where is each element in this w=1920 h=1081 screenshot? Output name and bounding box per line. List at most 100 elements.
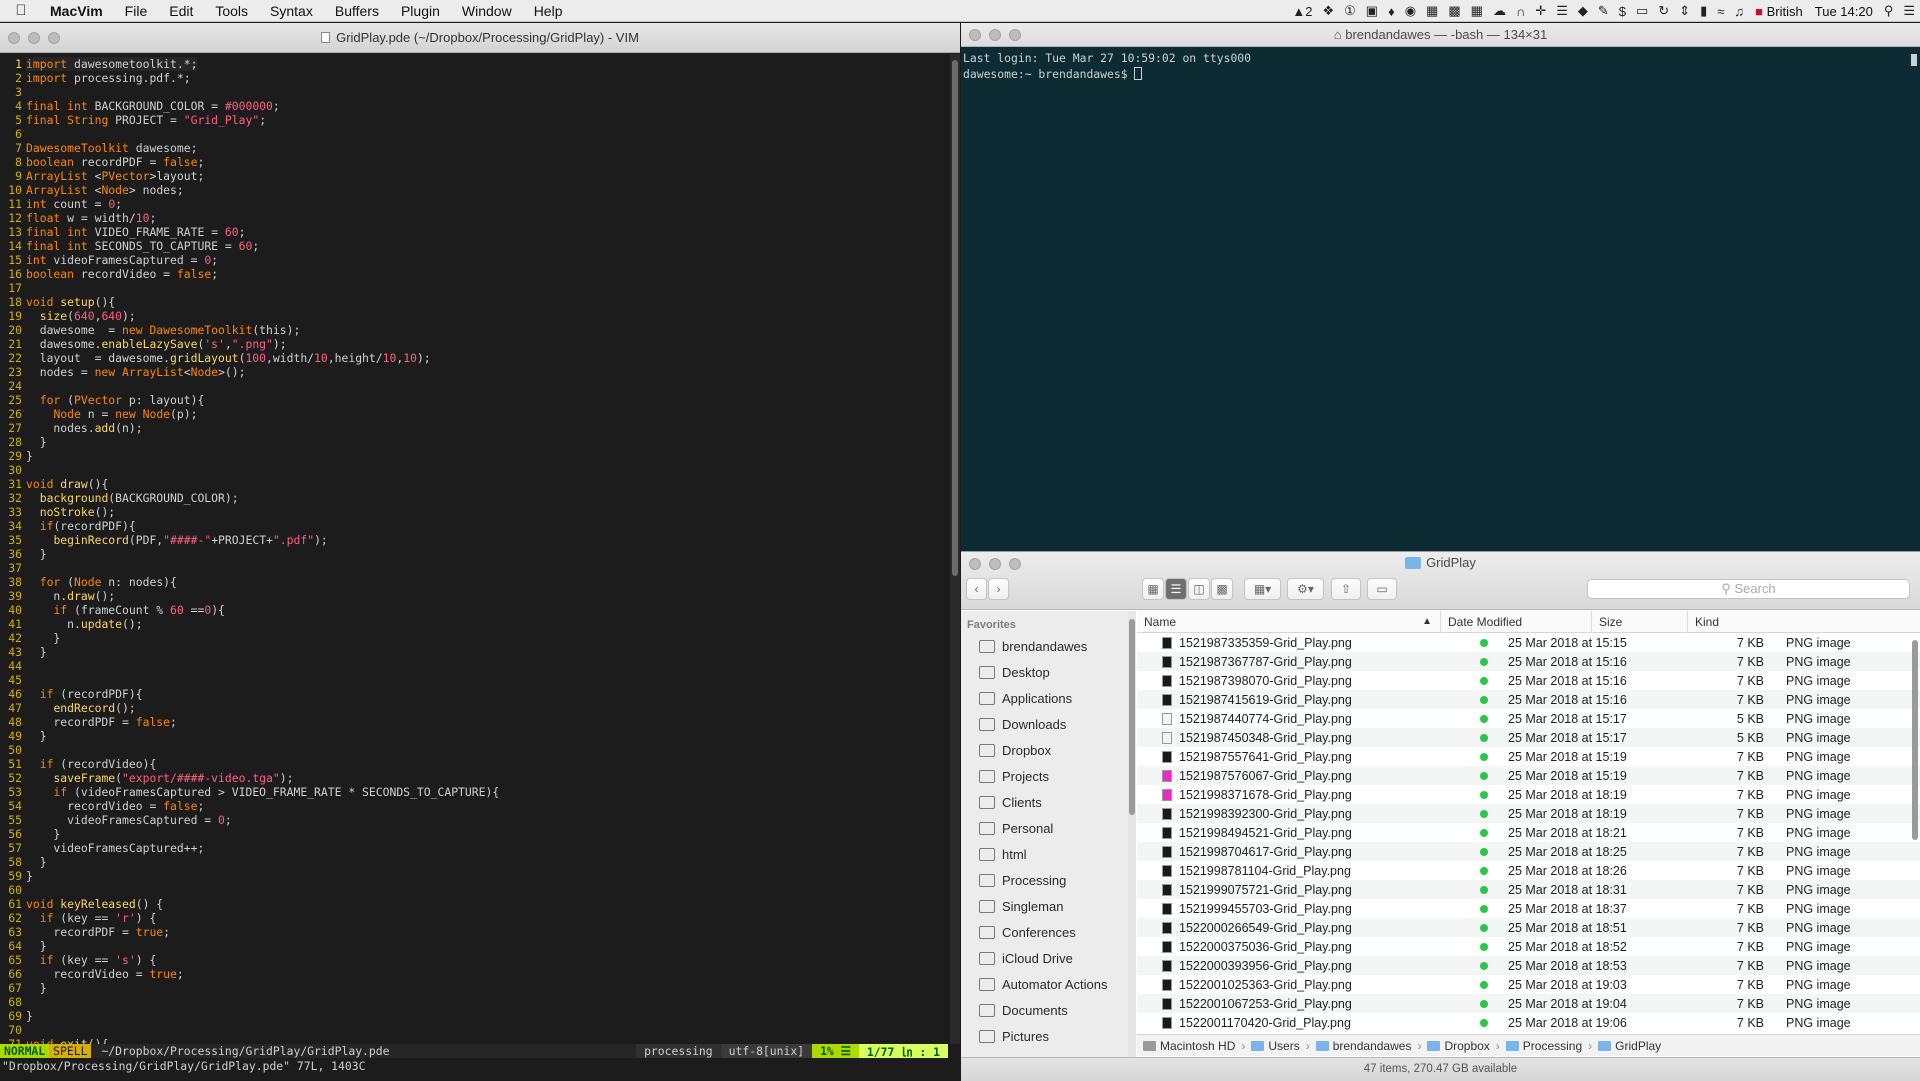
column-header-size[interactable]: Size [1591,611,1687,633]
arrange-button[interactable]: ▦▾ [1244,578,1281,600]
menu-help[interactable]: Help [523,3,574,19]
file-row[interactable]: 1521987367787-Grid_Play.png 25 Mar 2018 a… [1137,652,1920,671]
menu-buffers[interactable]: Buffers [324,3,390,19]
terminal-output[interactable]: Last login: Tue Mar 27 10:59:02 on ttys0… [963,50,1251,82]
sidebar-item-desktop[interactable]: Desktop [961,659,1128,685]
terminal-scrollbar[interactable] [1910,50,1918,546]
file-row[interactable]: 1522001170420-Grid_Play.png 25 Mar 2018 a… [1137,1013,1920,1032]
clock[interactable]: Tue 14:20 [1809,4,1879,19]
file-row[interactable]: 1521987576067-Grid_Play.png 25 Mar 2018 a… [1137,766,1920,785]
column-header-name[interactable]: Name ▲ [1137,611,1440,633]
sidebar-item-processing[interactable]: Processing [961,867,1128,893]
scrollbar-thumb[interactable] [1129,619,1135,815]
arc-icon[interactable]: ∩ [1511,4,1530,19]
column-header-kind[interactable]: Kind [1687,611,1912,633]
share-button[interactable]: ⇧ [1331,578,1361,600]
forward-button[interactable]: › [988,578,1009,600]
path-item[interactable]: Users [1251,1039,1300,1053]
flame-icon[interactable]: ♦ [1383,4,1400,19]
sidebar-item-dropbox[interactable]: Dropbox [961,737,1128,763]
file-row[interactable]: 1522000393956-Grid_Play.png 25 Mar 2018 a… [1137,956,1920,975]
file-row[interactable]: 1521999075721-Grid_Play.png 25 Mar 2018 a… [1137,880,1920,899]
airplay-icon[interactable]: ▭ [1631,3,1653,19]
list-view-button[interactable]: ☰ [1165,578,1187,600]
sidebar-item-downloads[interactable]: Downloads [961,711,1128,737]
move-icon[interactable]: ✛ [1530,3,1551,19]
icon-view-button[interactable]: ▦ [1142,578,1164,600]
code-editor[interactable]: 1 import dawesometoolkit.*; 2 import proces… [0,54,948,1044]
menu-window[interactable]: Window [451,3,523,19]
tags-button[interactable]: ▭ [1367,578,1397,600]
file-row[interactable]: 1522001067253-Grid_Play.png 25 Mar 2018 a… [1137,994,1920,1013]
grid-icon[interactable]: ▦ [1466,3,1488,19]
sidebar-item-pictures[interactable]: Pictures [961,1023,1128,1049]
adobe-icon[interactable]: ▲2 [1287,4,1317,19]
scrollbar-thumb[interactable] [952,60,958,576]
file-row[interactable]: 1521987440774-Grid_Play.png 25 Mar 2018 a… [1137,709,1920,728]
evernote-icon[interactable]: ▩ [1443,3,1465,19]
column-view-button[interactable]: ◫ [1188,578,1210,600]
path-item[interactable]: Macintosh HD [1143,1039,1235,1053]
file-row[interactable]: 1521987557641-Grid_Play.png 25 Mar 2018 a… [1137,747,1920,766]
menu-edit[interactable]: Edit [158,3,204,19]
cloud-icon[interactable]: ☁ [1488,3,1511,19]
list-icon[interactable]: ☰ [1551,3,1573,19]
sidebar-item-projects[interactable]: Projects [961,763,1128,789]
path-item[interactable]: Dropbox [1427,1039,1490,1053]
terminal-titlebar[interactable]: ⌂ brendandawes — -bash — 134×31 [961,23,1920,47]
1password-icon[interactable]: ① [1339,3,1361,19]
column-header-date[interactable]: Date Modified [1440,611,1591,633]
gallery-view-button[interactable]: ▩ [1211,578,1233,600]
menu-plugin[interactable]: Plugin [390,3,451,19]
sidebar-item-applications[interactable]: Applications [961,685,1128,711]
dropbox-icon[interactable]: ❖ [1317,3,1339,19]
eye-icon[interactable]: ◉ [1400,3,1421,19]
input-source[interactable]: ■ British [1749,4,1809,19]
scrollbar-thumb[interactable] [1911,54,1917,66]
file-row[interactable]: 1521998494521-Grid_Play.png 25 Mar 2018 a… [1137,823,1920,842]
menu-syntax[interactable]: Syntax [259,3,324,19]
network-icon[interactable]: ⇕ [1674,3,1695,19]
sidebar-item-html[interactable]: html [961,841,1128,867]
editor-scrollbar[interactable] [950,54,960,1044]
sidebar-item-personal[interactable]: Personal [961,815,1128,841]
history-icon[interactable]: ↻ [1653,3,1674,19]
sidebar-item-automator-actions[interactable]: Automator Actions [961,971,1128,997]
menu-file[interactable]: File [114,3,159,19]
search-field[interactable]: ⚲ Search [1587,579,1910,599]
volume-icon[interactable]: ♫ [1729,4,1749,19]
sidebar-item-icloud-drive[interactable]: iCloud Drive [961,945,1128,971]
sidebar-item-conferences[interactable]: Conferences [961,919,1128,945]
file-row[interactable]: 1521987335359-Grid_Play.png 25 Mar 2018 a… [1137,633,1920,652]
file-row[interactable]: 1522000266549-Grid_Play.png 25 Mar 2018 a… [1137,918,1920,937]
notification-center-icon[interactable]: ☰ [1898,3,1920,19]
app-icon[interactable]: ▣ [1361,3,1383,19]
file-row[interactable]: 1521987450348-Grid_Play.png 25 Mar 2018 a… [1137,728,1920,747]
spotlight-icon[interactable]: ⚲ [1879,3,1899,19]
battery-icon[interactable]: ▮ [1695,3,1712,19]
bucket-icon[interactable]: ◆ [1573,3,1593,19]
file-row[interactable]: 1521998392300-Grid_Play.png 25 Mar 2018 a… [1137,804,1920,823]
sidebar-item-documents[interactable]: Documents [961,997,1128,1023]
sidebar-item-singleman[interactable]: Singleman [961,893,1128,919]
wifi-icon[interactable]: ≈ [1712,4,1729,19]
file-row[interactable]: 1521987398070-Grid_Play.png 25 Mar 2018 a… [1137,671,1920,690]
file-row[interactable]: 1521998781104-Grid_Play.png 25 Mar 2018 a… [1137,861,1920,880]
path-item[interactable]: Processing [1505,1039,1582,1053]
sidebar-item-brendandawes[interactable]: brendandawes [961,633,1128,659]
file-row[interactable]: 1522000375036-Grid_Play.png 25 Mar 2018 a… [1137,937,1920,956]
dollar-icon[interactable]: $ [1614,4,1631,19]
sidebar-item-clients[interactable]: Clients [961,789,1128,815]
command-line[interactable]: "Dropbox/Processing/GridPlay/GridPlay.pd… [0,1059,948,1075]
file-row[interactable]: 1521998371678-Grid_Play.png 25 Mar 2018 a… [1137,785,1920,804]
vim-titlebar[interactable]: GridPlay.pde (~/Dropbox/Processing/GridP… [0,23,960,53]
back-button[interactable]: ‹ [966,578,987,600]
apple-icon[interactable]:  [0,2,42,19]
file-row[interactable]: 1521987415619-Grid_Play.png 25 Mar 2018 a… [1137,690,1920,709]
sidebar-scrollbar[interactable] [1128,611,1136,1065]
calendar-icon[interactable]: ▦ [1421,3,1443,19]
menu-app-name[interactable]: MacVim [42,3,114,19]
file-row[interactable]: 1521999455703-Grid_Play.png 25 Mar 2018 a… [1137,899,1920,918]
file-row[interactable]: 1521998704617-Grid_Play.png 25 Mar 2018 a… [1137,842,1920,861]
path-item[interactable]: GridPlay [1598,1039,1661,1053]
